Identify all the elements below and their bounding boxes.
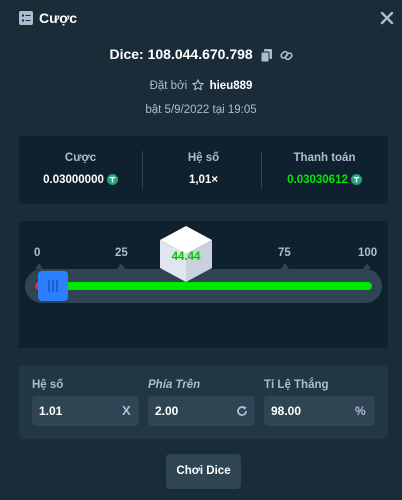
multiplier-input[interactable]: 1.01 X [32,396,139,426]
win-chance-value: 98.00 [271,404,302,418]
slider-tick-label: 25 [115,247,128,259]
tether-icon [350,174,362,185]
bet-parameters-form: Hệ số 1.01 X Phía Trên 2.00 Tỉ Lệ Thắng … [19,365,388,439]
stat-payout-amount: 0.03030612 [287,174,348,186]
stat-bet-amount: 0.03000000 [43,174,104,186]
stat-bet-value: 0.03000000 [19,174,142,186]
play-dice-button[interactable]: Chơi Dice [166,454,241,489]
bet-stats-panel: Cược 0.03000000 Hệ số 1,01× Thanh toán 0… [19,136,388,204]
win-chance-suffix: % [355,404,366,418]
placed-by-line: Đặt bởi hieu889 [0,79,402,92]
dice-result-value: 44.44 [171,251,201,263]
roll-over-value: 2.00 [155,404,179,418]
bet-slip-icon [19,11,33,25]
star-icon [192,79,205,91]
stat-bet-label: Cược [64,152,97,164]
stat-payout-value: 0.03030612 [261,174,388,186]
modal-title: Cược [39,10,77,26]
stat-bet: Cược 0.03000000 [19,136,142,204]
tether-icon [106,174,118,185]
stat-multiplier-label: Hệ số [187,152,220,164]
username-link[interactable]: hieu889 [210,80,253,92]
win-chance-input[interactable]: 98.00 % [264,396,375,426]
modal-header: Cược [0,0,402,36]
slider-tick-label: 75 [278,247,291,259]
refresh-icon[interactable] [236,405,248,417]
close-icon[interactable] [379,10,395,26]
multiplier-suffix: X [122,403,131,418]
multiplier-value: 1.01 [39,404,63,418]
bet-id-text: Dice: 108.044.670.798 [109,46,253,62]
roll-over-label: Phía Trên [148,379,201,391]
stat-payout-label: Thanh toán [293,152,356,164]
dice-slider-panel: 0 25 50 75 100 44.44 [19,221,388,348]
slider-tick-label: 100 [358,247,378,259]
bet-id-title: Dice: 108.044.670.798 [0,46,402,62]
roll-over-input[interactable]: 2.00 [148,396,255,426]
stat-payout: Thanh toán 0.03030612 [261,136,388,204]
bet-date: bật 5/9/2022 tại 19:05 [145,104,257,116]
copy-icon[interactable] [260,48,272,62]
placed-by-label: Đặt bởi [149,80,188,92]
link-icon[interactable] [279,49,293,62]
stat-multiplier-value: 1,01× [188,174,219,186]
multiplier-label: Hệ số [32,379,64,391]
stat-multiplier: Hệ số 1,01× [142,136,265,204]
win-chance-label: Tỉ Lệ Thắng [264,379,329,391]
slider-tick-label: 0 [34,247,41,259]
slider-handle[interactable] [38,271,68,301]
